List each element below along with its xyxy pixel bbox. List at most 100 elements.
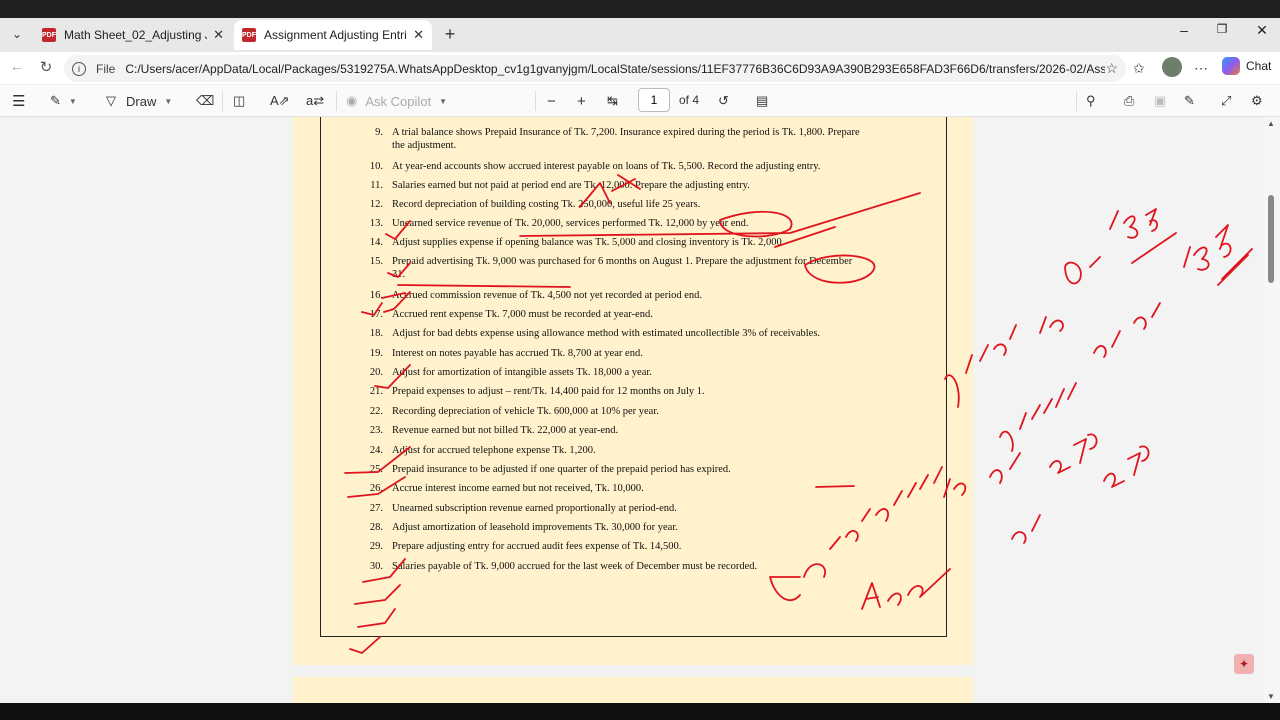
refresh-icon[interactable]: ↻ [35,58,57,78]
ink-handwriting-cr [1133,302,1161,330]
question-text: Revenue earned but not billed Tk. 22,000… [392,425,619,436]
print-icon[interactable]: ⎙ [1124,92,1134,110]
question-text: Accrue interest income earned but not re… [392,483,644,494]
fit-to-width-icon[interactable]: ↹ [607,92,618,110]
browser-title-bar: ⌄ PDF Math Sheet_02_Adjusting Journal ✕ … [0,0,1280,52]
scrollbar-thumb[interactable] [1268,195,1274,283]
scroll-down-arrow-icon[interactable]: ▼ [1267,692,1275,701]
back-arrow-icon[interactable]: ← [6,58,28,78]
favorites-icon[interactable]: ✩ [1133,60,1145,77]
rotate-icon[interactable]: ↺ [718,92,729,110]
question-number: 15. [369,256,383,267]
fullscreen-icon[interactable]: ⤢ [1221,92,1231,110]
question-number: 13. [369,218,383,229]
question-number: 28. [369,522,383,533]
highlight-button[interactable]: ✎ ▼ [50,92,77,110]
ink-handwriting-dr [1064,256,1101,285]
question-text: A trial balance shows Prepaid Insurance … [392,127,860,151]
question-number: 30. [369,561,383,572]
copilot-chat-button[interactable]: Chat [1222,57,1271,75]
scroll-up-arrow-icon[interactable]: ▲ [1267,119,1275,128]
restore-icon[interactable]: ❐ [1210,22,1234,36]
zoom-out-button[interactable]: − [547,92,556,110]
pdf-icon: PDF [42,28,56,42]
question-text: Adjust for amortization of intangible as… [392,367,652,378]
ink-handwriting-250 [1049,433,1098,474]
question-number: 18. [369,328,383,339]
close-window-icon[interactable]: ✕ [1250,22,1274,39]
tab-math-sheet[interactable]: PDF Math Sheet_02_Adjusting Journal ✕ [34,20,232,50]
question-number: 12. [369,199,383,210]
bottom-edge-strip [0,703,1280,720]
ink-handwriting-1350 [1109,208,1158,239]
ink-underline [1131,232,1177,264]
ink-handwriting-250 [1103,445,1150,488]
question-text: Salaries earned but not paid at period e… [392,180,750,191]
translate-icon[interactable]: a⇄ [306,92,324,110]
question-number: 26. [369,483,383,494]
minimize-icon[interactable]: – [1172,22,1196,38]
tab-assignment[interactable]: PDF Assignment Adjusting Entries-Solu ✕ [234,20,432,50]
chevron-down-icon: ▼ [68,96,77,106]
highlighter-icon: ✎ [50,93,61,108]
ink-handwriting-cr [1011,514,1041,544]
chat-label: Chat [1246,59,1272,73]
save-icon[interactable]: ▣ [1154,92,1166,110]
ink-handwriting-cr [1093,330,1121,358]
question-number: 10. [369,161,383,172]
tab-title: Assignment Adjusting Entries-Solu [264,28,407,42]
acrobat-icon[interactable]: ✦ [1234,654,1254,674]
avatar[interactable] [1162,57,1182,77]
draw-label: Draw [126,93,157,109]
pdf-document-viewport[interactable]: 9. A trial balance shows Prepaid Insuranc… [0,117,1264,703]
ask-copilot-button[interactable]: ◉ Ask Copilot ▼ [346,92,447,110]
question-number: 9. [375,127,383,138]
question-number: 20. [369,367,383,378]
question-number: 24. [369,445,383,456]
favorite-star-icon[interactable]: ☆ [1105,60,1118,77]
question-number: 16. [369,290,383,301]
question-text: At year-end accounts show accrued intere… [392,161,821,172]
question-number: 19. [369,348,383,359]
question-number: 22. [369,406,383,417]
new-tab-button[interactable]: + [440,24,460,44]
page-view-icon[interactable]: ▤ [756,92,768,110]
toolbar-divider [535,91,536,111]
tab-title: Math Sheet_02_Adjusting Journal [64,28,207,42]
search-icon[interactable]: ⚲ [1086,92,1096,110]
zoom-in-button[interactable]: + [577,92,586,110]
more-options-icon[interactable]: ⋯ [1194,60,1208,77]
close-icon[interactable]: ✕ [213,27,224,43]
pdf-page-next [293,677,973,703]
info-icon[interactable]: i [72,61,86,76]
pdf-icon: PDF [242,28,256,42]
eraser-icon[interactable]: ⌫ [196,92,214,110]
url-bar[interactable]: i File C:/Users/acer/AppData/Local/Packa… [64,55,1126,82]
draw-button[interactable]: ▽ Draw ▼ [106,92,172,110]
question-number: 21. [369,386,383,397]
contents-list-icon[interactable]: ☰ [12,92,25,110]
question-text: Record depreciation of building costing … [392,199,701,210]
ink-handwriting-supplies [999,382,1077,452]
tab-actions-menu-icon[interactable]: ⌄ [4,22,30,46]
question-text: Accrued rent expense Tk. 7,000 must be r… [392,309,653,320]
save-as-icon[interactable]: ✎ [1184,92,1195,110]
copilot-icon [1222,57,1240,75]
question-text: Adjust for bad debts expense using allow… [392,328,821,339]
pdf-page: 9. A trial balance shows Prepaid Insuranc… [293,117,973,665]
close-icon[interactable]: ✕ [413,27,424,43]
two-page-view-icon[interactable]: ◫ [233,92,245,110]
toolbar-divider [1076,91,1077,111]
ink-handwriting-dr [989,452,1021,484]
url-text[interactable]: C:/Users/acer/AppData/Local/Packages/531… [125,62,1105,76]
settings-gear-icon[interactable]: ⚙ [1251,92,1263,110]
page-number-input[interactable]: 1 [638,88,670,112]
pen-icon: ▽ [106,93,116,108]
question-text: Recording depreciation of vehicle Tk. 60… [392,406,659,417]
toolbar-divider [336,91,337,111]
toolbar-divider [222,91,223,111]
vertical-scrollbar[interactable]: ▲ ▼ [1264,117,1280,703]
read-aloud-icon[interactable]: A⇗ [270,92,290,110]
copilot-icon: ◉ [346,93,358,108]
question-text: Accrued commission revenue of Tk. 4,500 … [392,290,703,301]
